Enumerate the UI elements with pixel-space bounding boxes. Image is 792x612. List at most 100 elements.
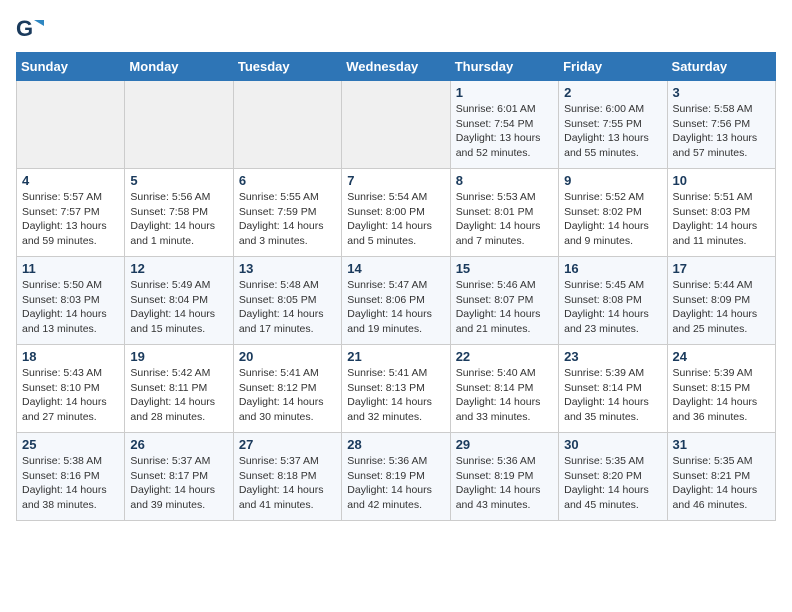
day-number: 22 — [456, 349, 553, 364]
calendar-cell: 17 Sunrise: 5:44 AMSunset: 8:09 PMDayligh… — [667, 257, 775, 345]
logo: G — [16, 16, 46, 44]
day-number: 4 — [22, 173, 119, 188]
header-day-monday: Monday — [125, 53, 233, 81]
day-number: 3 — [673, 85, 770, 100]
day-info: Sunrise: 5:58 AMSunset: 7:56 PMDaylight:… — [673, 102, 770, 161]
calendar-cell — [233, 81, 341, 169]
day-info: Sunrise: 5:46 AMSunset: 8:07 PMDaylight:… — [456, 278, 553, 337]
day-number: 5 — [130, 173, 227, 188]
day-number: 17 — [673, 261, 770, 276]
calendar-cell: 16 Sunrise: 5:45 AMSunset: 8:08 PMDayligh… — [559, 257, 667, 345]
day-info: Sunrise: 5:40 AMSunset: 8:14 PMDaylight:… — [456, 366, 553, 425]
day-info: Sunrise: 5:56 AMSunset: 7:58 PMDaylight:… — [130, 190, 227, 249]
day-number: 2 — [564, 85, 661, 100]
header-day-friday: Friday — [559, 53, 667, 81]
day-number: 14 — [347, 261, 444, 276]
day-number: 30 — [564, 437, 661, 452]
day-number: 16 — [564, 261, 661, 276]
day-info: Sunrise: 5:35 AMSunset: 8:20 PMDaylight:… — [564, 454, 661, 513]
day-info: Sunrise: 5:36 AMSunset: 8:19 PMDaylight:… — [456, 454, 553, 513]
day-info: Sunrise: 5:54 AMSunset: 8:00 PMDaylight:… — [347, 190, 444, 249]
header-row: SundayMondayTuesdayWednesdayThursdayFrid… — [17, 53, 776, 81]
day-number: 23 — [564, 349, 661, 364]
week-row-3: 11 Sunrise: 5:50 AMSunset: 8:03 PMDayligh… — [17, 257, 776, 345]
header-day-tuesday: Tuesday — [233, 53, 341, 81]
week-row-1: 1Sunrise: 6:01 AMSunset: 7:54 PMDaylight… — [17, 81, 776, 169]
calendar-cell: 26 Sunrise: 5:37 AMSunset: 8:17 PMDayligh… — [125, 433, 233, 521]
calendar-cell: 21 Sunrise: 5:41 AMSunset: 8:13 PMDayligh… — [342, 345, 450, 433]
day-number: 26 — [130, 437, 227, 452]
calendar-cell — [342, 81, 450, 169]
day-info: Sunrise: 5:44 AMSunset: 8:09 PMDaylight:… — [673, 278, 770, 337]
calendar-cell: 25 Sunrise: 5:38 AMSunset: 8:16 PMDayligh… — [17, 433, 125, 521]
day-info: Sunrise: 5:41 AMSunset: 8:12 PMDaylight:… — [239, 366, 336, 425]
day-number: 13 — [239, 261, 336, 276]
calendar-cell: 4 Sunrise: 5:57 AMSunset: 7:57 PMDaylight… — [17, 169, 125, 257]
day-info: Sunrise: 5:49 AMSunset: 8:04 PMDaylight:… — [130, 278, 227, 337]
calendar-cell: 1Sunrise: 6:01 AMSunset: 7:54 PMDaylight… — [450, 81, 558, 169]
logo-icon: G — [16, 16, 44, 44]
day-number: 9 — [564, 173, 661, 188]
calendar-cell: 8 Sunrise: 5:53 AMSunset: 8:01 PMDaylight… — [450, 169, 558, 257]
day-number: 21 — [347, 349, 444, 364]
day-info: Sunrise: 5:42 AMSunset: 8:11 PMDaylight:… — [130, 366, 227, 425]
day-info: Sunrise: 5:35 AMSunset: 8:21 PMDaylight:… — [673, 454, 770, 513]
calendar-cell: 3 Sunrise: 5:58 AMSunset: 7:56 PMDaylight… — [667, 81, 775, 169]
calendar-cell: 20 Sunrise: 5:41 AMSunset: 8:12 PMDayligh… — [233, 345, 341, 433]
calendar-cell: 12 Sunrise: 5:49 AMSunset: 8:04 PMDayligh… — [125, 257, 233, 345]
day-info: Sunrise: 5:38 AMSunset: 8:16 PMDaylight:… — [22, 454, 119, 513]
day-number: 11 — [22, 261, 119, 276]
day-number: 24 — [673, 349, 770, 364]
day-info: Sunrise: 5:53 AMSunset: 8:01 PMDaylight:… — [456, 190, 553, 249]
day-number: 1 — [456, 85, 553, 100]
day-info: Sunrise: 5:57 AMSunset: 7:57 PMDaylight:… — [22, 190, 119, 249]
day-info: Sunrise: 5:47 AMSunset: 8:06 PMDaylight:… — [347, 278, 444, 337]
header-day-wednesday: Wednesday — [342, 53, 450, 81]
day-info: Sunrise: 5:37 AMSunset: 8:17 PMDaylight:… — [130, 454, 227, 513]
calendar-cell: 7 Sunrise: 5:54 AMSunset: 8:00 PMDaylight… — [342, 169, 450, 257]
day-info: Sunrise: 5:41 AMSunset: 8:13 PMDaylight:… — [347, 366, 444, 425]
header-day-sunday: Sunday — [17, 53, 125, 81]
day-info: Sunrise: 6:00 AMSunset: 7:55 PMDaylight:… — [564, 102, 661, 161]
day-number: 25 — [22, 437, 119, 452]
calendar-cell: 14 Sunrise: 5:47 AMSunset: 8:06 PMDayligh… — [342, 257, 450, 345]
day-number: 6 — [239, 173, 336, 188]
calendar-cell: 31 Sunrise: 5:35 AMSunset: 8:21 PMDayligh… — [667, 433, 775, 521]
day-number: 15 — [456, 261, 553, 276]
day-number: 31 — [673, 437, 770, 452]
day-info: Sunrise: 5:51 AMSunset: 8:03 PMDaylight:… — [673, 190, 770, 249]
day-number: 27 — [239, 437, 336, 452]
calendar-cell: 2 Sunrise: 6:00 AMSunset: 7:55 PMDaylight… — [559, 81, 667, 169]
day-info: Sunrise: 5:55 AMSunset: 7:59 PMDaylight:… — [239, 190, 336, 249]
week-row-5: 25 Sunrise: 5:38 AMSunset: 8:16 PMDayligh… — [17, 433, 776, 521]
calendar-cell: 28 Sunrise: 5:36 AMSunset: 8:19 PMDayligh… — [342, 433, 450, 521]
page-header: G — [16, 16, 776, 44]
day-number: 29 — [456, 437, 553, 452]
calendar-cell: 22 Sunrise: 5:40 AMSunset: 8:14 PMDayligh… — [450, 345, 558, 433]
day-info: Sunrise: 5:50 AMSunset: 8:03 PMDaylight:… — [22, 278, 119, 337]
calendar-cell: 9 Sunrise: 5:52 AMSunset: 8:02 PMDaylight… — [559, 169, 667, 257]
day-info: Sunrise: 5:45 AMSunset: 8:08 PMDaylight:… — [564, 278, 661, 337]
calendar-cell: 29 Sunrise: 5:36 AMSunset: 8:19 PMDayligh… — [450, 433, 558, 521]
calendar-cell: 18Sunrise: 5:43 AMSunset: 8:10 PMDayligh… — [17, 345, 125, 433]
day-number: 7 — [347, 173, 444, 188]
calendar-cell: 6 Sunrise: 5:55 AMSunset: 7:59 PMDaylight… — [233, 169, 341, 257]
day-info: Sunrise: 5:37 AMSunset: 8:18 PMDaylight:… — [239, 454, 336, 513]
calendar-cell: 10Sunrise: 5:51 AMSunset: 8:03 PMDayligh… — [667, 169, 775, 257]
week-row-2: 4 Sunrise: 5:57 AMSunset: 7:57 PMDaylight… — [17, 169, 776, 257]
calendar-cell: 13Sunrise: 5:48 AMSunset: 8:05 PMDayligh… — [233, 257, 341, 345]
calendar-cell: 11 Sunrise: 5:50 AMSunset: 8:03 PMDayligh… — [17, 257, 125, 345]
day-number: 20 — [239, 349, 336, 364]
day-number: 28 — [347, 437, 444, 452]
day-number: 8 — [456, 173, 553, 188]
header-day-thursday: Thursday — [450, 53, 558, 81]
day-info: Sunrise: 5:39 AMSunset: 8:14 PMDaylight:… — [564, 366, 661, 425]
calendar-cell: 19Sunrise: 5:42 AMSunset: 8:11 PMDayligh… — [125, 345, 233, 433]
calendar-cell: 30 Sunrise: 5:35 AMSunset: 8:20 PMDayligh… — [559, 433, 667, 521]
day-number: 12 — [130, 261, 227, 276]
svg-text:G: G — [16, 16, 33, 41]
day-info: Sunrise: 5:52 AMSunset: 8:02 PMDaylight:… — [564, 190, 661, 249]
week-row-4: 18Sunrise: 5:43 AMSunset: 8:10 PMDayligh… — [17, 345, 776, 433]
calendar-cell: 23 Sunrise: 5:39 AMSunset: 8:14 PMDayligh… — [559, 345, 667, 433]
day-info: Sunrise: 5:36 AMSunset: 8:19 PMDaylight:… — [347, 454, 444, 513]
